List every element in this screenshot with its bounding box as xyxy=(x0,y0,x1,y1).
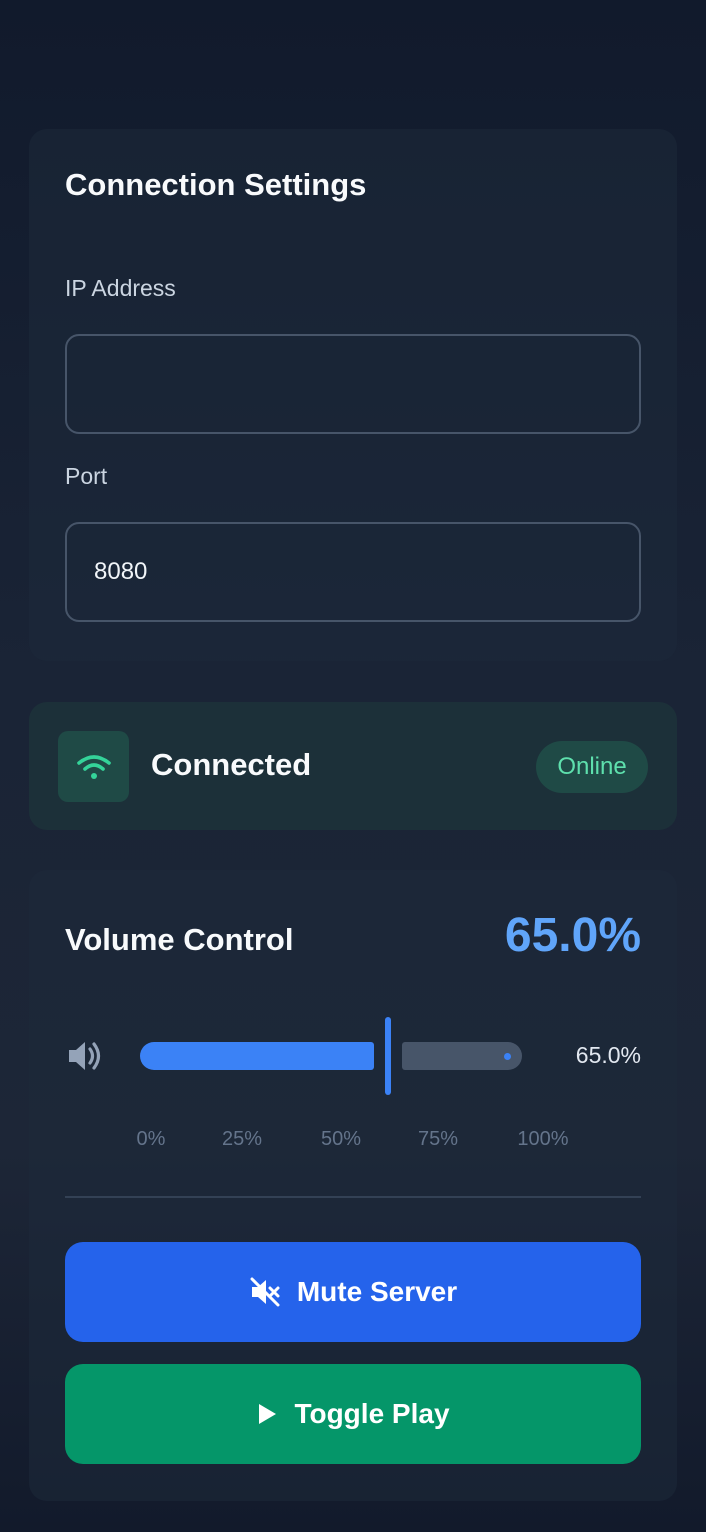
tick-label: 100% xyxy=(517,1128,569,1150)
port-label: Port xyxy=(65,463,108,489)
wifi-icon xyxy=(76,754,111,779)
volume-slider-thumb[interactable] xyxy=(385,1017,391,1095)
port-input[interactable] xyxy=(65,522,641,622)
volume-value-display: 65.0% xyxy=(504,909,641,962)
volume-slider-fill xyxy=(140,1042,374,1070)
tick-label: 25% xyxy=(221,1128,263,1150)
play-icon xyxy=(256,1402,278,1426)
tick-label: 0% xyxy=(136,1128,166,1150)
tick-label: 50% xyxy=(320,1128,362,1150)
online-status-badge: Online xyxy=(536,741,648,793)
mute-server-label: Mute Server xyxy=(296,1276,458,1307)
volume-slider-remaining xyxy=(402,1042,522,1070)
toggle-play-button[interactable]: Toggle Play xyxy=(65,1364,641,1464)
ip-address-label: IP Address xyxy=(65,275,176,301)
volume-slider-value: 65.0% xyxy=(575,1042,641,1068)
mute-server-button[interactable]: Mute Server xyxy=(65,1242,641,1342)
wifi-icon-box xyxy=(58,731,129,802)
connection-status-card: Connected Online xyxy=(29,702,677,830)
speaker-icon[interactable] xyxy=(65,1036,105,1076)
connection-settings-card: Connection Settings IP Address Port xyxy=(29,129,677,661)
tick-label: 75% xyxy=(417,1128,459,1150)
connection-status-text: Connected xyxy=(151,747,312,782)
volume-slider[interactable] xyxy=(140,1017,522,1095)
connection-settings-title: Connection Settings xyxy=(65,167,367,202)
divider xyxy=(65,1196,641,1198)
ip-address-input[interactable] xyxy=(65,334,641,434)
toggle-play-label: Toggle Play xyxy=(294,1398,450,1429)
mute-icon xyxy=(249,1276,281,1308)
volume-slider-end-dot xyxy=(504,1053,511,1060)
volume-control-title: Volume Control xyxy=(65,922,294,957)
volume-control-card: Volume Control 65.0% 65.0% 0% 25% 50% 75… xyxy=(29,870,677,1501)
